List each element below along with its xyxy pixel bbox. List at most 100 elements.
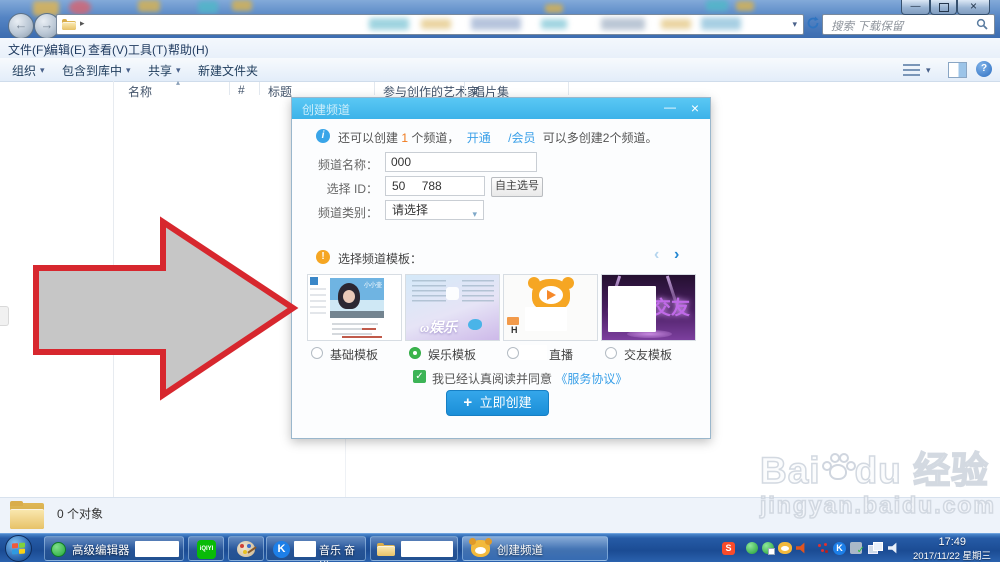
quota-post: 可以多创建2个频道。 [542, 131, 658, 145]
taskbar-button-iqiyi[interactable]: iQIYI [188, 536, 224, 561]
taskbar-button-create-channel[interactable]: 创建频道 [462, 536, 608, 561]
radio-live[interactable] [507, 347, 519, 359]
dialog-titlebar[interactable]: 创建频道 — × [292, 98, 710, 119]
volume-orange-tray-icon[interactable] [796, 542, 805, 554]
censor-smudge [471, 17, 521, 30]
template-thumb-entertainment[interactable]: ω娱乐 [405, 274, 500, 341]
radio-basic[interactable] [311, 347, 323, 359]
censor-box [525, 307, 567, 331]
channel-id-input[interactable]: 50 788 [385, 176, 485, 196]
kugou-tray-icon[interactable]: K [833, 542, 846, 555]
share-button[interactable]: 共享 [148, 62, 172, 79]
open-link[interactable]: 开通 [467, 131, 491, 145]
radio-entertainment-label[interactable]: 娱乐模板 [428, 346, 476, 363]
device-tray-icon[interactable]: ✓ [850, 542, 865, 556]
volume-tray-icon[interactable] [888, 542, 897, 554]
taskbar-button-folder[interactable] [370, 536, 458, 561]
template-thumb-live[interactable]: H [503, 274, 598, 341]
close-button[interactable]: × [957, 0, 990, 15]
thumb-ui-lines [412, 280, 446, 304]
address-bar[interactable]: ▸ ▾ [56, 14, 804, 35]
menu-edit[interactable]: 编辑(E) [46, 41, 86, 58]
back-button[interactable]: ← [8, 13, 34, 39]
dialog-close-icon[interactable]: × [691, 100, 699, 116]
radio-entertainment[interactable] [409, 347, 421, 359]
green-status-tray-icon[interactable] [746, 542, 758, 554]
create-now-button[interactable]: + 立即创建 [446, 390, 549, 416]
maximize-button[interactable] [930, 0, 957, 15]
select-caret-icon: ▾ [472, 209, 477, 219]
organize-button[interactable]: 组织 [12, 62, 36, 79]
column-title[interactable]: 标题 [268, 83, 292, 100]
taskbar-button-music[interactable]: K 音乐 奋进 [266, 536, 366, 562]
minimize-button[interactable]: — [901, 0, 930, 15]
red-dots-tray-icon[interactable] [817, 542, 829, 554]
clock-date: 2017/11/22 星期三 [913, 551, 991, 562]
channel-id-part1: 50 [392, 179, 406, 193]
taskbar-button-paint[interactable] [228, 536, 264, 561]
green-status2-tray-icon[interactable] [762, 542, 775, 555]
help-icon[interactable]: ? [976, 61, 992, 77]
address-dropdown-icon[interactable]: ▾ [792, 19, 797, 30]
window-titlebar: ← → ▸ ▾ 搜索 下载保留 — × [0, 0, 1000, 39]
taskbar-button-editor[interactable]: 高级编辑器 [44, 536, 184, 561]
quota-mid: 个频道， [411, 131, 460, 145]
radio-live-label[interactable]: 直播 [549, 346, 573, 363]
column-number[interactable]: # [238, 83, 245, 97]
start-button[interactable] [5, 535, 32, 562]
menu-help[interactable]: 帮助(H) [168, 41, 209, 58]
info-icon: i [316, 129, 330, 143]
yy-tiger-icon [469, 538, 490, 557]
network-tray-icon[interactable] [868, 542, 883, 554]
new-folder-button[interactable]: 新建文件夹 [198, 62, 258, 79]
censor-box [519, 345, 547, 360]
radio-dating-label[interactable]: 交友模板 [624, 346, 672, 363]
radio-basic-label[interactable]: 基础模板 [330, 346, 378, 363]
status-bar: 0 个对象 [0, 497, 1000, 534]
include-in-library-button[interactable]: 包含到库中 [62, 62, 122, 79]
folder-icon [377, 543, 395, 556]
radio-dating[interactable] [605, 347, 617, 359]
yy-tray-icon[interactable] [778, 542, 792, 554]
scrollbar-nub[interactable] [0, 306, 9, 326]
thumb1-caption: 小小壶 [363, 283, 382, 289]
menu-tools[interactable]: 工具(T) [128, 41, 167, 58]
next-templates-icon[interactable]: › [674, 246, 679, 264]
dialog-minimize-icon[interactable]: — [664, 100, 676, 114]
template-thumb-basic[interactable]: 小小壶 [307, 274, 402, 341]
censor-box [294, 541, 316, 557]
thumb-ui-block [446, 287, 459, 300]
menu-view[interactable]: 查看(V) [88, 41, 128, 58]
taskbar-clock[interactable]: 17:49 2017/11/22 星期三 [900, 536, 994, 562]
service-agreement-link[interactable]: 《服务协议》 [555, 372, 627, 386]
template-thumb-dating[interactable]: 交友 [601, 274, 696, 341]
thumb2-word: 娱乐 [429, 319, 458, 335]
thumb3-play-icon [547, 290, 556, 300]
thumb-ui-lines [332, 323, 378, 325]
view-options-icon[interactable] [903, 64, 920, 76]
sogou-tray-icon[interactable]: S [722, 542, 735, 555]
channel-category-label: 频道类别： [317, 206, 378, 220]
column-name[interactable]: 名称 [128, 83, 152, 100]
pick-id-button[interactable]: 自主选号 [491, 177, 543, 197]
prev-templates-icon[interactable]: ‹ [654, 246, 659, 264]
menu-file[interactable]: 文件(F) [8, 41, 47, 58]
agree-checkbox[interactable]: ✓ [413, 370, 426, 383]
preview-pane-icon[interactable] [948, 62, 967, 78]
member-link[interactable]: /会员 [508, 131, 535, 145]
channel-category-value: 请选择 [392, 203, 429, 217]
refresh-icon[interactable] [805, 15, 821, 36]
search-placeholder: 搜索 下载保留 [831, 21, 904, 33]
censor-smudge [661, 19, 691, 29]
view-options-caret-icon[interactable]: ▾ [926, 65, 931, 76]
search-input[interactable]: 搜索 下载保留 [822, 14, 995, 35]
thumb-ui-lines [332, 328, 362, 330]
menu-bar: 文件(F) 编辑(E) 查看(V) 工具(T) 帮助(H) [0, 38, 1000, 59]
censor-smudge [421, 19, 451, 29]
channel-category-select[interactable]: 请选择 ▾ [385, 200, 484, 220]
thumb-photo-face [343, 290, 355, 303]
channel-id-part2: 788 [421, 179, 442, 193]
censor-box [135, 541, 179, 557]
censor-smudge [541, 19, 567, 29]
channel-name-input[interactable]: 000 [385, 152, 537, 172]
